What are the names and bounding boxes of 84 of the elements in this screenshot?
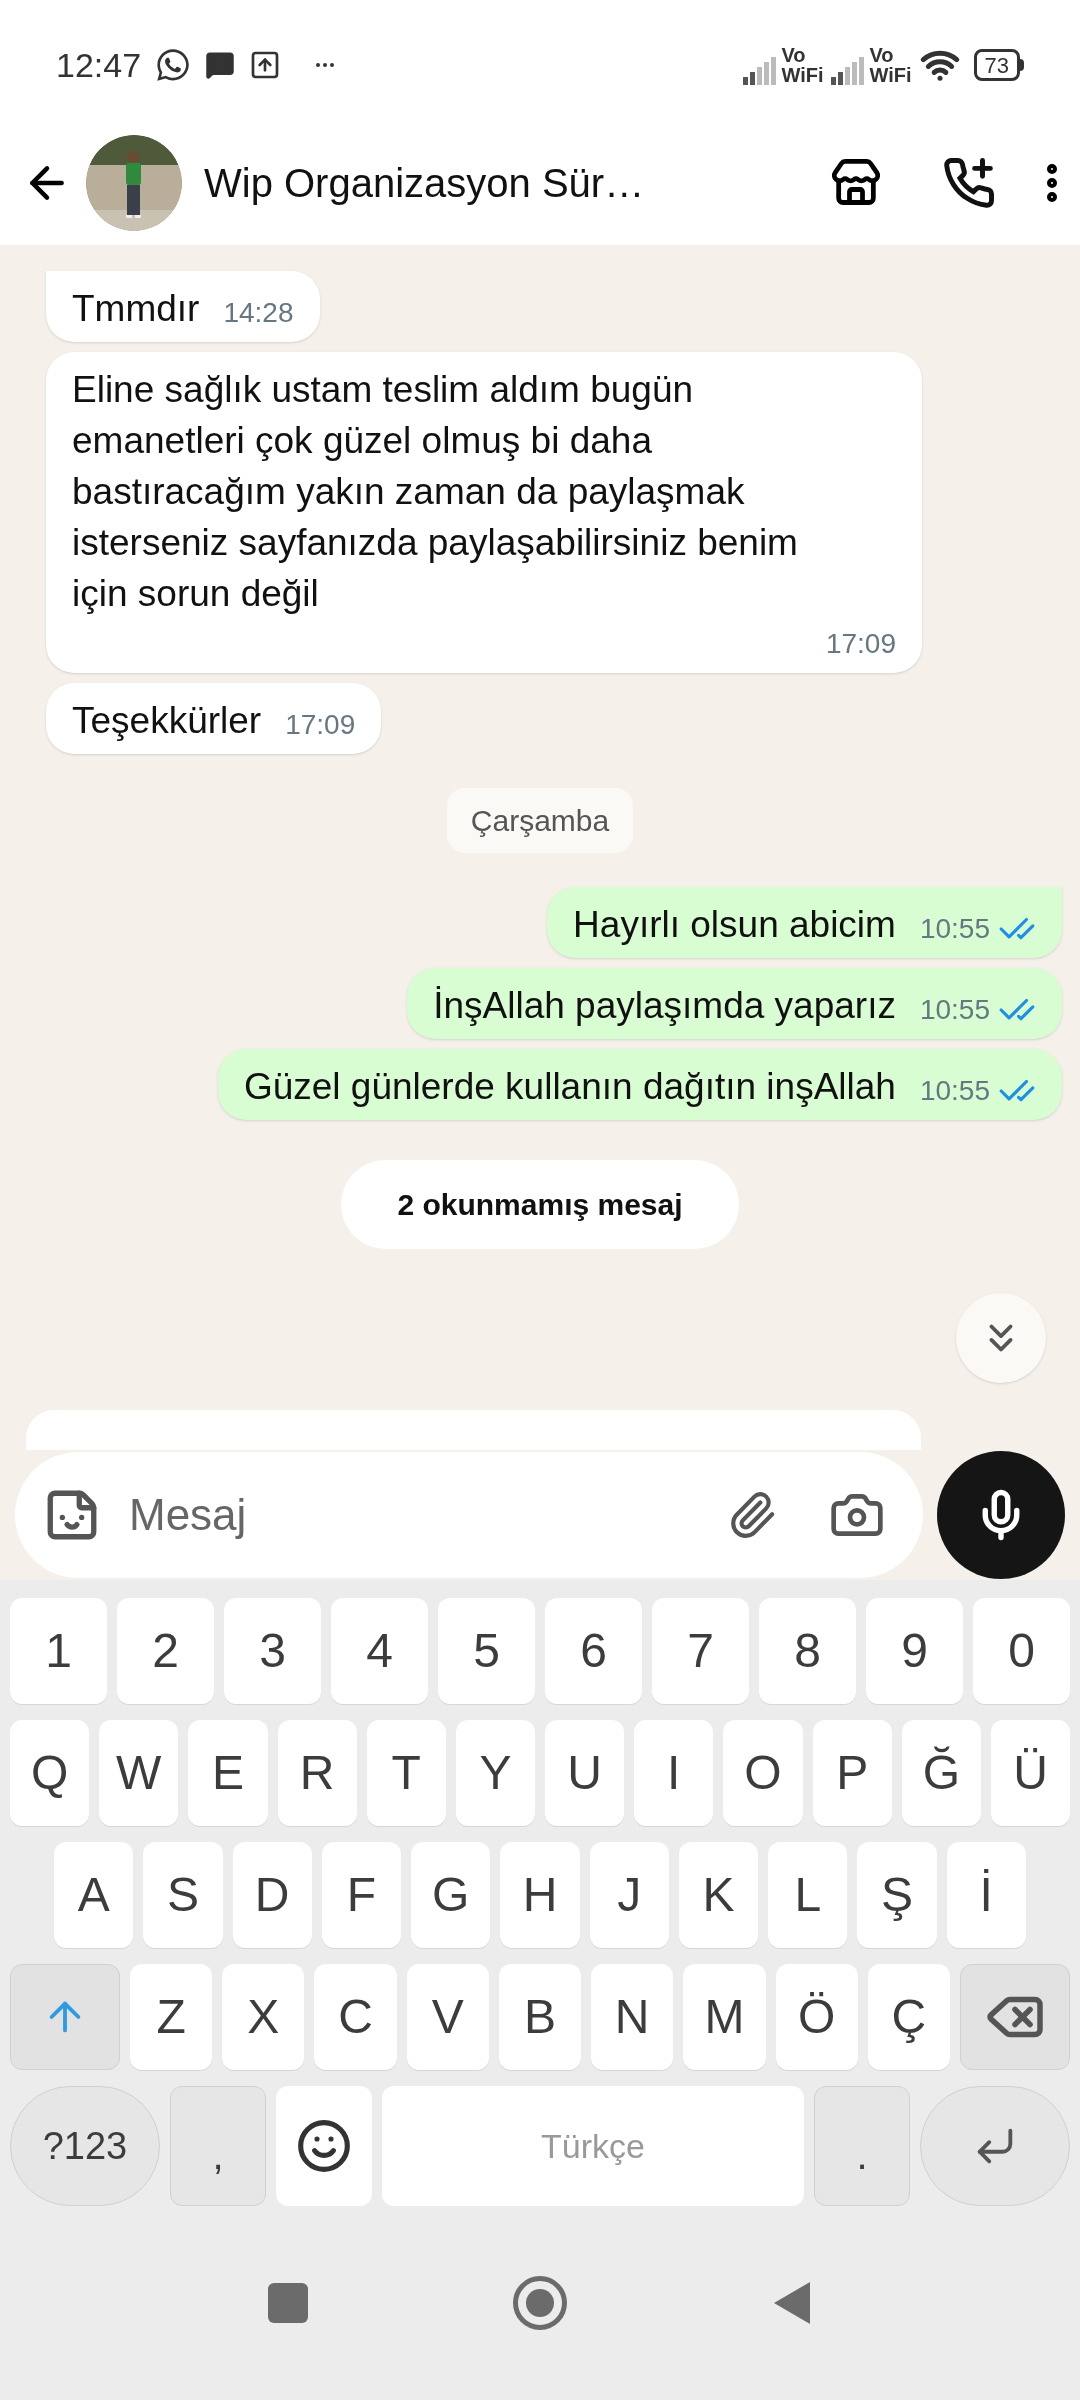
key[interactable]: U [545, 1720, 625, 1826]
key[interactable]: 9 [866, 1598, 963, 1704]
key[interactable]: W [99, 1720, 179, 1826]
message-time: 10:55 [919, 912, 990, 946]
key[interactable]: Ü [990, 1720, 1071, 1826]
wifi-label: WiFi [781, 65, 824, 85]
message-input[interactable]: Mesaj [15, 1452, 923, 1578]
message-bubble[interactable]: Tmmdır 14:28 [46, 271, 320, 342]
message-bubble[interactable]: Teşekkürler 17:09 [46, 683, 382, 754]
message-text: Tmmdır [72, 287, 200, 331]
message-time: 10:55 [919, 993, 990, 1027]
chat-title[interactable]: Wip Organizasyon Sür… [204, 152, 645, 213]
message-text: İnşAllah paylaşımda yaparız [433, 984, 896, 1028]
key[interactable]: D [232, 1842, 312, 1948]
key[interactable]: R [277, 1720, 357, 1826]
smiley-icon [296, 2118, 352, 2174]
message-time: 14:28 [223, 296, 294, 330]
message-bubble[interactable]: Eline sağlık ustam teslim aldım bugün emanetleri çok güzel olmuş bi daha bastıracağım yakın zaman da paylaşmak isterseniz sayfanızda paylaşabilirsiniz benim için sorun değil 17:09 [46, 352, 922, 673]
key[interactable]: Y [455, 1720, 536, 1826]
key[interactable]: 2 [117, 1598, 214, 1704]
backspace-key[interactable] [959, 1964, 1070, 2070]
clock: 12:47 [56, 44, 142, 86]
key[interactable]: Ö [775, 1964, 858, 2070]
key[interactable]: F [321, 1842, 402, 1948]
key[interactable]: Z [130, 1964, 213, 2070]
key[interactable]: 3 [224, 1598, 321, 1704]
home-button[interactable] [513, 2276, 567, 2330]
message-text: Hayırlı olsun abicim [573, 903, 896, 947]
key[interactable]: 6 [545, 1598, 642, 1704]
symbols-key[interactable]: ?123 [10, 2086, 160, 2206]
chat-icon [205, 50, 236, 80]
key[interactable]: O [723, 1720, 803, 1826]
key[interactable]: C [314, 1964, 397, 2070]
key[interactable]: N [591, 1964, 674, 2070]
message-time: 17:09 [285, 708, 356, 742]
key[interactable]: 8 [759, 1598, 856, 1704]
battery-level: 73 [984, 51, 1009, 80]
key[interactable]: 0 [973, 1598, 1070, 1704]
message-bubble[interactable]: İnşAllah paylaşımda yaparız 10:55 [407, 968, 1062, 1039]
whatsapp-icon [155, 47, 192, 83]
key[interactable]: M [683, 1964, 766, 2070]
key[interactable]: 1 [10, 1598, 107, 1704]
key[interactable]: Ğ [901, 1720, 981, 1826]
message-time: 17:09 [825, 627, 896, 661]
punctuation-key[interactable]: . [814, 2086, 910, 2206]
key[interactable]: B [498, 1964, 582, 2070]
key[interactable]: İ [946, 1842, 1026, 1948]
message-text: Güzel günlerde kullanın dağıtın inşAllah [243, 1065, 896, 1109]
wifi-label: WiFi [869, 65, 912, 85]
key[interactable]: T [366, 1720, 446, 1826]
message-bubble[interactable]: Hayırlı olsun abicim 10:55 [547, 887, 1062, 958]
emoji-key[interactable] [276, 2086, 372, 2206]
key[interactable]: L [768, 1842, 848, 1948]
key[interactable]: P [812, 1720, 892, 1826]
vo-label: Vo [781, 45, 807, 65]
key[interactable]: K [678, 1842, 759, 1948]
vo-label: Vo [869, 45, 895, 65]
punctuation-key[interactable]: , [170, 2086, 266, 2206]
key[interactable]: I [634, 1720, 714, 1826]
date-divider: Çarşamba [446, 788, 634, 853]
key[interactable]: J [589, 1842, 669, 1948]
unread-banner: 2 okunmamış mesaj [341, 1160, 739, 1249]
signal-icon [743, 57, 778, 85]
key[interactable]: X [222, 1964, 305, 2070]
key[interactable]: V [406, 1964, 489, 2070]
key[interactable]: Ç [867, 1964, 950, 2070]
message-text: Teşekkürler [72, 699, 262, 743]
back-nav-icon[interactable] [772, 2280, 812, 2326]
key[interactable]: 5 [438, 1598, 535, 1704]
message-field[interactable]: Mesaj [129, 1482, 727, 1548]
message-text: Eline sağlık ustam teslim aldım bugün emanetleri çok güzel olmuş bi daha bastıracağım yakın zaman da paylaşmak isterseniz sayfanızda paylaşabilirsiniz benim için sorun değil [72, 368, 799, 616]
key[interactable]: S [143, 1842, 223, 1948]
key[interactable]: A [54, 1842, 134, 1948]
key[interactable]: Ş [857, 1842, 937, 1948]
key[interactable]: E [188, 1720, 268, 1826]
key[interactable]: Q [10, 1720, 90, 1826]
key[interactable]: 4 [331, 1598, 428, 1704]
message-bubble[interactable]: Güzel günlerde kullanın dağıtın inşAllah 10:55 [217, 1049, 1062, 1120]
key[interactable]: H [500, 1842, 580, 1948]
key[interactable]: G [411, 1842, 491, 1948]
key[interactable]: 7 [652, 1598, 749, 1704]
message-time: 10:55 [919, 1074, 990, 1108]
signal-icon [831, 57, 866, 85]
add-call-icon[interactable] [942, 155, 996, 210]
